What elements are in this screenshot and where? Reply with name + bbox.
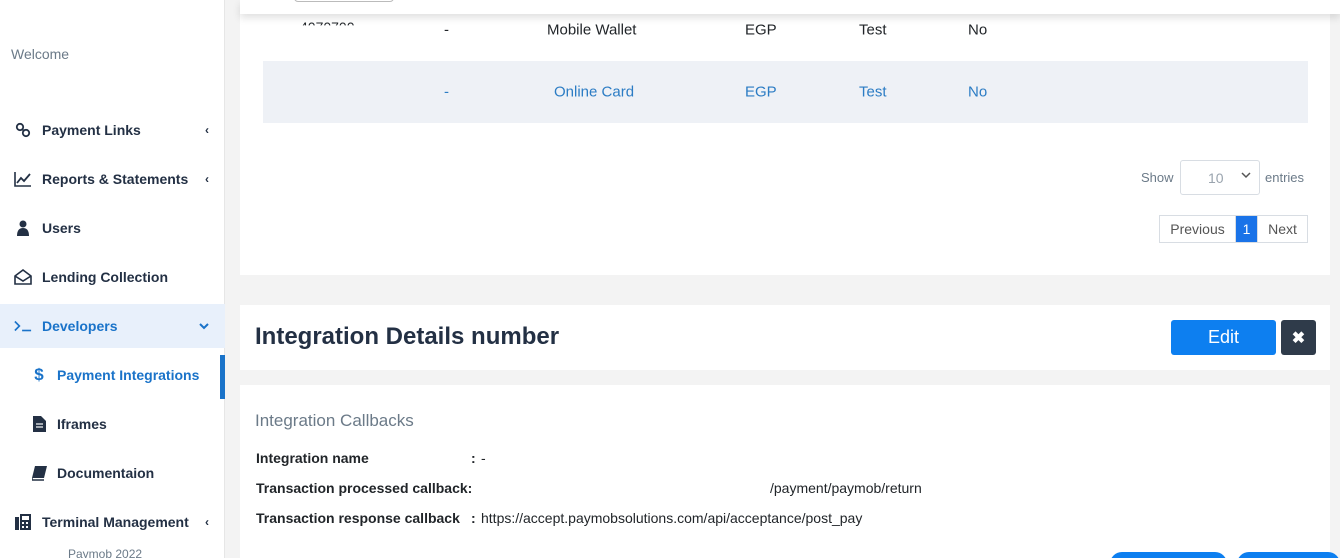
table-cell: - bbox=[444, 21, 449, 39]
link-icon bbox=[14, 121, 32, 139]
table-cell-flag: No bbox=[968, 21, 988, 39]
previous-page-button[interactable]: Previous bbox=[1160, 216, 1236, 242]
integration-name-sep: : bbox=[471, 450, 476, 466]
sidebar-item-developers[interactable]: Developers bbox=[0, 304, 225, 348]
terminal-icon bbox=[14, 317, 32, 335]
chart-line-icon bbox=[14, 170, 32, 188]
welcome-text: Welcome bbox=[11, 46, 70, 62]
sidebar-item-label: Lending Collection bbox=[42, 269, 168, 285]
sidebar-subitem-payment-integrations[interactable]: $ Payment Integrations bbox=[0, 353, 225, 399]
fax-icon bbox=[14, 513, 32, 531]
response-callback-sep: : bbox=[471, 510, 476, 526]
pagination: Previous 1 Next bbox=[1159, 215, 1308, 243]
chevron-down-icon bbox=[1241, 171, 1251, 182]
sidebar-subitem-documentation[interactable]: Documentaion bbox=[0, 451, 225, 495]
table-cell-mode: Test bbox=[859, 83, 887, 101]
file-icon bbox=[30, 415, 48, 433]
table-cell-type: Mobile Wallet bbox=[547, 21, 637, 39]
action-button[interactable] bbox=[1110, 552, 1227, 558]
sidebar-item-payment-links[interactable]: Payment Links ‹ bbox=[0, 108, 225, 152]
sidebar-item-lending-collection[interactable]: Lending Collection bbox=[0, 255, 225, 299]
envelope-open-icon bbox=[14, 268, 32, 286]
table-cell-currency: EGP bbox=[745, 21, 777, 39]
sidebar-item-label: Developers bbox=[42, 318, 118, 334]
integration-name-key: Integration name bbox=[256, 450, 369, 466]
chevron-down-icon bbox=[199, 319, 209, 333]
dollar-icon: $ bbox=[34, 365, 44, 384]
response-callback-value: https://accept.paymobsolutions.com/api/a… bbox=[481, 510, 863, 526]
processed-callback-key: Transaction processed callback: bbox=[256, 480, 473, 496]
sticky-header-bar bbox=[240, 0, 1340, 14]
processed-callback-value: /payment/paymob/return bbox=[770, 480, 922, 496]
page-title: Integration Details number bbox=[255, 323, 560, 350]
user-icon bbox=[14, 219, 32, 237]
entries-label: entries bbox=[1265, 170, 1305, 185]
sidebar-item-label: Terminal Management bbox=[42, 514, 189, 530]
table-cell: - bbox=[444, 83, 449, 101]
section-title: Integration Callbacks bbox=[255, 411, 414, 430]
table-cell-mode: Test bbox=[859, 21, 887, 39]
show-label: Show bbox=[1141, 170, 1174, 185]
table-cell-type: Online Card bbox=[554, 83, 635, 101]
page-size-value: 10 bbox=[1208, 170, 1224, 186]
edit-button[interactable]: Edit bbox=[1171, 320, 1276, 355]
action-button[interactable] bbox=[1237, 552, 1340, 558]
sidebar-item-label: Reports & Statements bbox=[42, 171, 189, 187]
table-cell-flag: No bbox=[968, 83, 988, 101]
chevron-left-icon: ‹ bbox=[205, 515, 209, 529]
sidebar: Welcome Payment Links ‹ Reports & Statem… bbox=[0, 0, 225, 558]
footer-copyright: Paymob 2022 bbox=[68, 547, 143, 558]
chevron-left-icon: ‹ bbox=[205, 123, 209, 137]
page-1-button[interactable]: 1 bbox=[1236, 216, 1257, 242]
page-size-select[interactable]: 10 bbox=[1180, 160, 1260, 195]
sidebar-subitem-label: Documentaion bbox=[57, 465, 155, 481]
integration-name-value: - bbox=[481, 450, 486, 466]
sidebar-item-label: Users bbox=[42, 220, 81, 236]
chevron-left-icon: ‹ bbox=[205, 172, 209, 186]
sidebar-subitem-label: Iframes bbox=[57, 416, 107, 432]
book-icon bbox=[30, 464, 48, 482]
sidebar-item-label: Payment Links bbox=[42, 122, 141, 138]
sidebar-subitem-label: Payment Integrations bbox=[57, 367, 200, 383]
header-button-fragment[interactable] bbox=[294, 0, 394, 2]
table-cell-currency: EGP bbox=[745, 83, 777, 101]
sidebar-subitem-iframes[interactable]: Iframes bbox=[0, 402, 225, 446]
next-page-button[interactable]: Next bbox=[1257, 216, 1307, 242]
response-callback-key: Transaction response callback bbox=[256, 510, 460, 526]
close-icon[interactable]: ✖ bbox=[1281, 320, 1316, 355]
sidebar-item-reports[interactable]: Reports & Statements ‹ bbox=[0, 157, 225, 201]
sidebar-item-terminal-management[interactable]: Terminal Management ‹ bbox=[0, 500, 225, 544]
table-row[interactable]: - Online Card EGP Test No bbox=[263, 61, 1308, 123]
sidebar-item-users[interactable]: Users bbox=[0, 206, 225, 250]
